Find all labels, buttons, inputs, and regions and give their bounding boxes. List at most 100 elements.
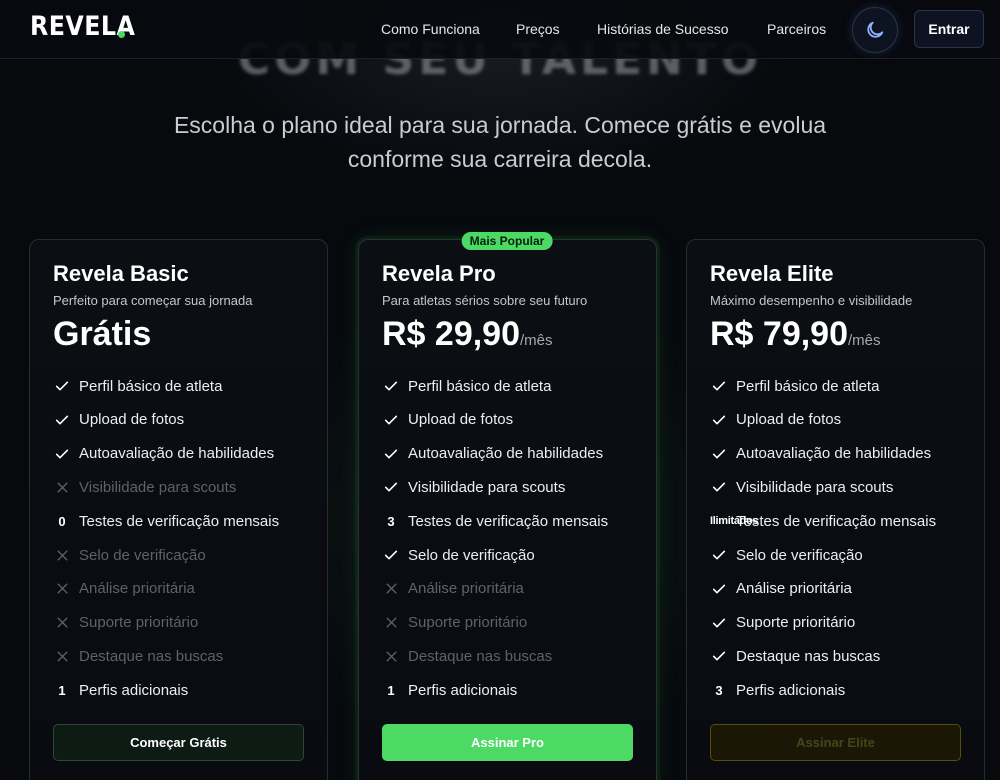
plan-description: Para atletas sérios sobre seu futuro <box>382 293 588 308</box>
login-button[interactable]: Entrar <box>914 10 984 48</box>
feature-label: Destaque nas buscas <box>79 647 224 665</box>
feature-label: Perfis adicionais <box>79 681 189 699</box>
basic-cta-button[interactable]: Começar Grátis <box>53 724 304 761</box>
moon-icon <box>867 21 884 38</box>
check-icon <box>710 377 728 395</box>
plan-name: Revela Basic <box>53 261 189 286</box>
feature-item: Perfil básico de atleta <box>710 374 980 398</box>
feature-item: 0 Testes de verificação mensais <box>53 509 323 533</box>
plan-price: R$ 79,90 <box>710 315 848 353</box>
feature-item: Visibilidade para scouts <box>53 475 323 499</box>
feature-item: Suporte prioritário <box>382 611 652 635</box>
check-icon <box>53 445 71 463</box>
feature-item: 3 Perfis adicionais <box>710 678 980 702</box>
feature-item: Selo de verificação <box>710 543 980 567</box>
plan-name: Revela Pro <box>382 261 496 286</box>
feature-item: 3 Testes de verificação mensais <box>382 509 652 533</box>
feature-item: Selo de verificação <box>382 543 652 567</box>
theme-toggle-button[interactable] <box>852 7 898 53</box>
feature-item: Suporte prioritário <box>53 611 323 635</box>
feature-item: Perfil básico de atleta <box>53 374 323 398</box>
feature-item: Upload de fotos <box>382 408 652 432</box>
feature-label: Suporte prioritário <box>79 614 199 632</box>
feature-label: Upload de fotos <box>79 411 185 429</box>
feature-label: Selo de verificação <box>408 546 535 564</box>
feature-label: Visibilidade para scouts <box>736 478 894 496</box>
check-icon <box>382 377 400 395</box>
feature-label: Testes de verificação mensais <box>736 512 937 530</box>
plan-name: Revela Elite <box>710 261 834 286</box>
pro-cta-button[interactable]: Assinar Pro <box>382 724 633 761</box>
plan-card-basic: Revela Basic Perfeito para começar sua jo… <box>29 239 328 780</box>
cross-icon <box>53 647 71 665</box>
price-row: R$ 79,90/mês <box>710 315 881 354</box>
nav-link-parceiros[interactable]: Parceiros <box>767 21 826 37</box>
check-icon <box>382 478 400 496</box>
check-icon <box>710 580 728 598</box>
logo-dot <box>118 31 125 38</box>
cross-icon <box>53 580 71 598</box>
feature-item: 1 Perfis adicionais <box>382 678 652 702</box>
check-icon <box>382 546 400 564</box>
feature-label: Perfis adicionais <box>408 681 518 699</box>
plan-price: Grátis <box>53 315 152 353</box>
feature-item: Upload de fotos <box>710 408 980 432</box>
check-icon <box>382 445 400 463</box>
feature-item: Destaque nas buscas <box>710 644 980 668</box>
price-row: Grátis <box>53 315 151 354</box>
feature-item: Ilimitados Testes de verificação mensais <box>710 509 980 533</box>
feature-label: Suporte prioritário <box>736 614 856 632</box>
feature-label: Testes de verificação mensais <box>79 512 280 530</box>
feature-item: Autoavaliação de habilidades <box>382 442 652 466</box>
feature-label: Suporte prioritário <box>408 614 528 632</box>
plan-card-pro: Mais Popular Revela Pro Para atletas sério… <box>358 232 657 780</box>
price-period: /mês <box>848 332 881 349</box>
feature-label: Destaque nas buscas <box>408 647 553 665</box>
feature-label: Perfil básico de atleta <box>736 377 880 395</box>
cross-icon <box>53 478 71 496</box>
plan-price: R$ 29,90 <box>382 315 520 353</box>
feature-item: 1 Perfis adicionais <box>53 678 323 702</box>
check-icon <box>710 478 728 496</box>
feature-label: Upload de fotos <box>736 411 842 429</box>
feature-label: Selo de verificação <box>79 546 206 564</box>
elite-cta-button[interactable]: Assinar Elite <box>710 724 961 761</box>
popular-badge: Mais Popular <box>461 232 553 250</box>
feature-label: Autoavaliação de habilidades <box>79 445 275 463</box>
feature-item: Upload de fotos <box>53 408 323 432</box>
feature-label: Análise prioritária <box>408 580 524 598</box>
cross-icon <box>382 614 400 632</box>
feature-item: Análise prioritária <box>710 577 980 601</box>
feature-label: Análise prioritária <box>79 580 195 598</box>
feature-item: Autoavaliação de habilidades <box>53 442 323 466</box>
check-icon <box>710 411 728 429</box>
feature-item: Destaque nas buscas <box>53 644 323 668</box>
feature-count: 3 <box>715 682 723 698</box>
feature-label: Visibilidade para scouts <box>79 478 237 496</box>
top-navbar: REVELA Como Funciona Preços Histórias de… <box>0 0 1000 59</box>
feature-count: Ilimitados <box>710 515 759 528</box>
check-icon <box>710 546 728 564</box>
feature-label: Upload de fotos <box>408 411 514 429</box>
hero-subtitle-line-2: conforme sua carreira decola. <box>347 146 653 172</box>
feature-label: Destaque nas buscas <box>736 647 881 665</box>
feature-item: Perfil básico de atleta <box>382 374 652 398</box>
cross-icon <box>382 580 400 598</box>
cross-icon <box>382 647 400 665</box>
nav-link-como-funciona[interactable]: Como Funciona <box>381 21 480 37</box>
nav-link-historias-de-sucesso[interactable]: Histórias de Sucesso <box>597 21 729 37</box>
hero-subtitle: Escolha o plano ideal para sua jornada. … <box>150 108 850 176</box>
feature-item: Suporte prioritário <box>710 611 980 635</box>
check-icon <box>710 647 728 665</box>
cross-icon <box>53 614 71 632</box>
feature-item: Análise prioritária <box>53 577 323 601</box>
feature-label: Selo de verificação <box>736 546 863 564</box>
feature-item: Análise prioritária <box>382 577 652 601</box>
nav-link-precos[interactable]: Preços <box>516 21 560 37</box>
plan-description: Máximo desempenho e visibilidade <box>710 293 913 308</box>
feature-label: Perfis adicionais <box>736 681 846 699</box>
feature-item: Visibilidade para scouts <box>382 475 652 499</box>
feature-label: Visibilidade para scouts <box>408 478 566 496</box>
feature-label: Autoavaliação de habilidades <box>736 445 932 463</box>
price-row: R$ 29,90/mês <box>382 315 553 354</box>
